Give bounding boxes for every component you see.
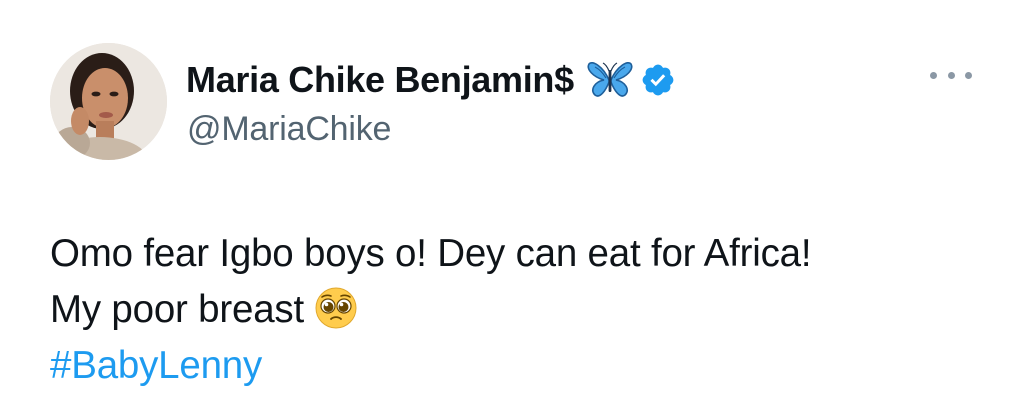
author-handle[interactable]: @MariaChike	[187, 110, 391, 149]
author-display-name[interactable]: Maria Chike Benjamin$	[186, 59, 574, 101]
more-dot	[965, 71, 972, 79]
more-options-icon[interactable]	[930, 64, 972, 86]
pleading-face-emoji-icon	[314, 286, 358, 330]
avatar-image	[50, 43, 167, 160]
tweet-text-line-2-text: My poor breast	[50, 288, 304, 331]
more-dot	[947, 71, 955, 79]
verified-badge-icon[interactable]	[640, 62, 676, 98]
butterfly-icon	[586, 60, 634, 100]
tweet-text: Omo fear Igbo boys o! Dey can eat for Af…	[50, 226, 990, 394]
tweet-card: Maria Chike Benjamin$ @MariaChike Omo fe…	[0, 0, 1024, 413]
tweet-text-line-2: My poor breast	[50, 282, 990, 338]
author-name-row: Maria Chike Benjamin$	[186, 54, 676, 106]
hashtag-link[interactable]: #BabyLenny	[50, 338, 990, 394]
more-dot	[930, 71, 937, 79]
tweet-text-line-1: Omo fear Igbo boys o! Dey can eat for Af…	[50, 232, 812, 275]
avatar[interactable]	[50, 43, 167, 160]
